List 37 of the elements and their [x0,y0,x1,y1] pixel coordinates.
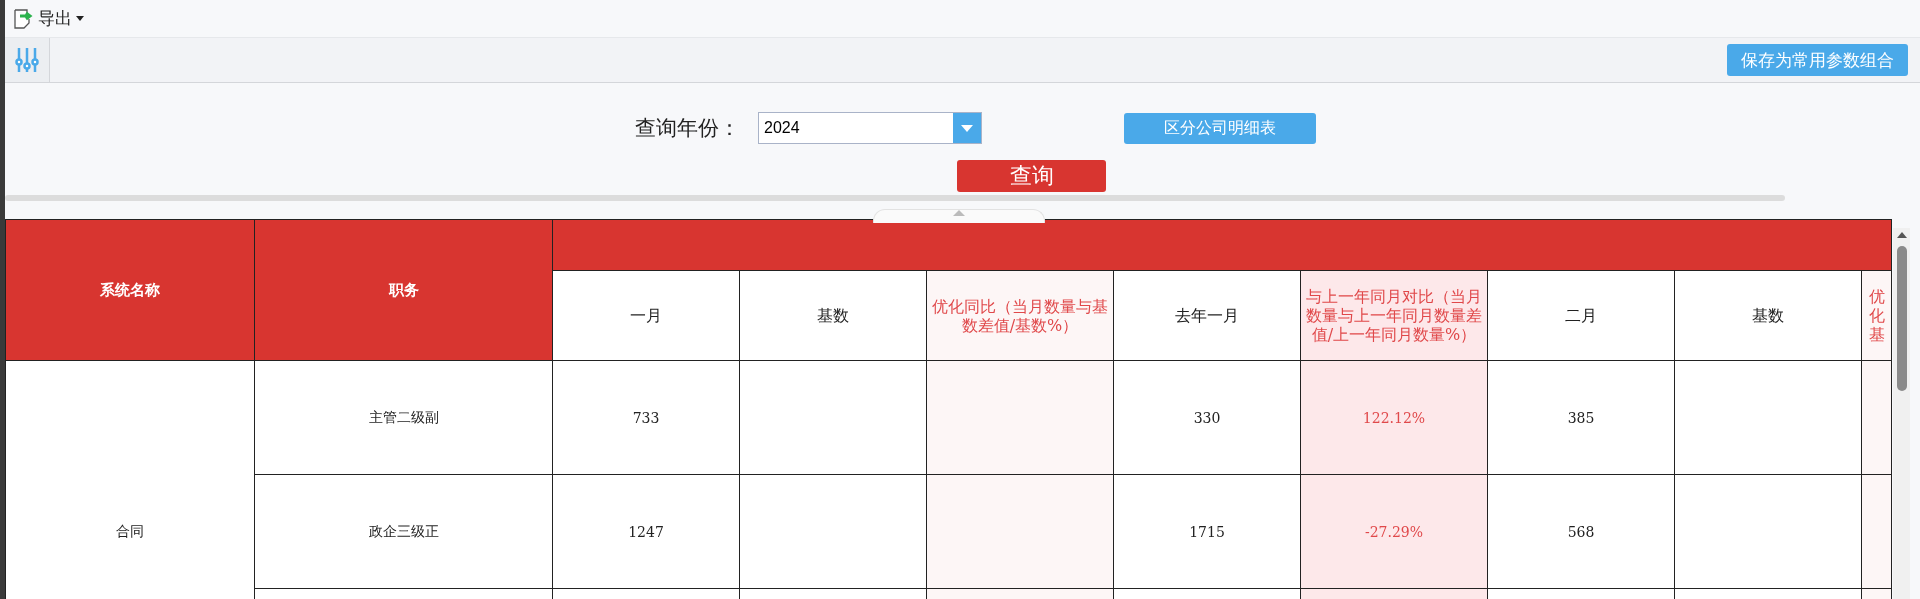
table-cell: 政企三级正 [254,474,553,589]
caret-icon [76,16,84,21]
column-header: 与上一年同月对比（当月数量与上一年同月数量差值/上一年同月数量%） [1300,270,1488,361]
column-header: 基数 [739,270,927,361]
column-header: 优化基 [1861,270,1892,361]
table-cell: 733 [552,360,740,475]
query-button[interactable]: 查询 [957,160,1106,192]
table-cell: 122.12% [1300,360,1488,475]
column-header: 优化同比（当月数量与基数差值/基数%） [926,270,1114,361]
column-header: 基数 [1674,270,1862,361]
caret-icon [961,124,973,132]
export-button[interactable]: 导出 [8,7,88,30]
table-cell: 568 [1487,474,1675,589]
year-select[interactable]: 2024 [758,112,982,144]
export-file-icon [12,7,34,30]
year-label: 查询年份： [635,115,740,142]
column-header: 去年一月 [1113,270,1301,361]
company-detail-button[interactable]: 区分公司明细表 [1124,112,1316,144]
filter-tab[interactable] [5,38,50,82]
table-cell: -27.29% [1300,474,1488,589]
table-cell: 合同 [5,360,255,599]
table-cell: 385 [1487,360,1675,475]
table-cell: 330 [1113,360,1301,475]
caret-up-icon [953,210,965,216]
table-cell: 1715 [1113,474,1301,589]
caret-up-icon [1896,232,1907,238]
save-params-button[interactable]: 保存为常用参数组合 [1727,44,1908,76]
scrollbar-track[interactable] [1893,228,1910,599]
collapse-handle[interactable] [873,209,1045,223]
table-cell: 主管二级副 [254,360,553,475]
table-cell: 1247 [552,474,740,589]
column-header: 二月 [1487,270,1675,361]
sliders-icon [15,47,39,73]
column-header: 一月 [552,270,740,361]
scrollbar-thumb[interactable] [1896,246,1907,391]
header-cell: 系统名称 [5,219,255,361]
header-cell: 职务 [254,219,553,361]
